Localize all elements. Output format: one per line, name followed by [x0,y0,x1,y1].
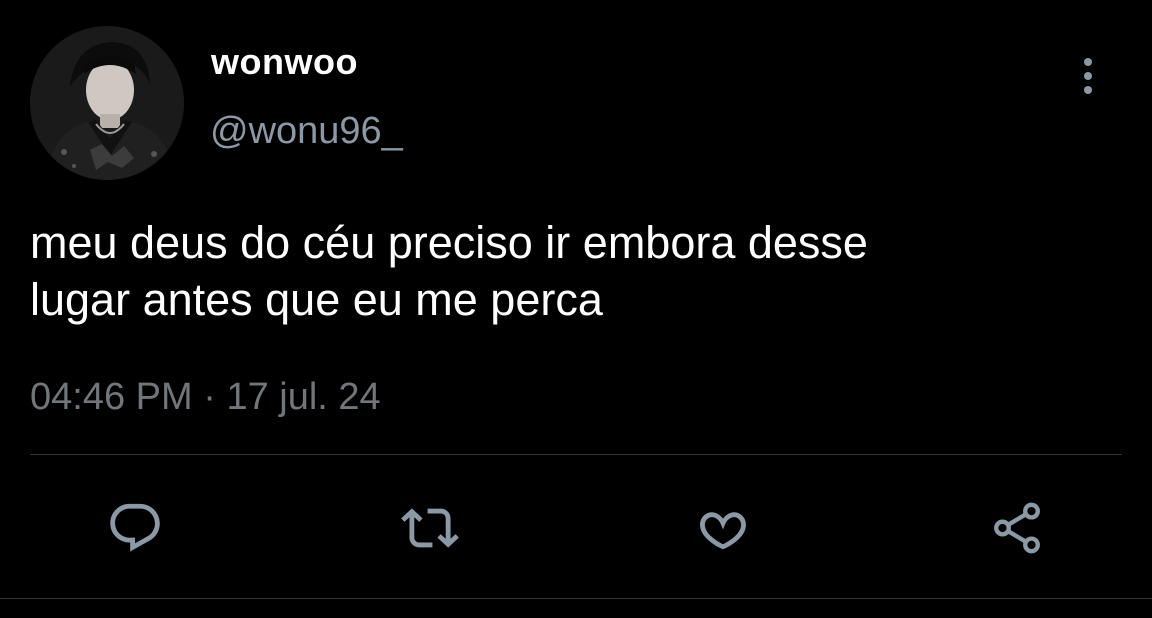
more-icon-dot [1084,58,1092,66]
reply-button[interactable] [102,495,168,561]
meta-separator: · [203,376,216,418]
tweet-card: wonwoo @wonu96_ meu deus do céu preciso … [0,0,1152,618]
divider [0,598,1152,599]
tweet-date[interactable]: 17 jul. 24 [226,376,380,418]
share-button[interactable] [984,495,1050,561]
more-icon-dot [1084,72,1092,80]
avatar-image [30,26,184,180]
reply-icon [110,503,160,552]
retweet-icon [401,508,459,548]
user-handle[interactable]: @wonu96_ [210,108,403,154]
tweet-text-line: lugar antes que eu me perca [30,274,603,325]
divider [30,454,1122,455]
share-icon [994,502,1040,554]
more-options-button[interactable] [1066,54,1110,98]
like-icon [700,512,746,550]
tweet-timestamp: 04:46 PM · 17 jul. 24 [30,374,381,420]
avatar[interactable] [30,26,184,180]
tweet-text-line: meu deus do céu preciso ir embora desse [30,217,868,268]
tweet-text: meu deus do céu preciso ir embora desse … [30,214,1120,328]
tweet-actions [0,495,1152,561]
more-icon-dot [1084,86,1092,94]
retweet-button[interactable] [397,495,463,561]
tweet-time[interactable]: 04:46 PM [30,376,193,418]
display-name[interactable]: wonwoo [211,40,358,84]
like-button[interactable] [690,495,756,561]
